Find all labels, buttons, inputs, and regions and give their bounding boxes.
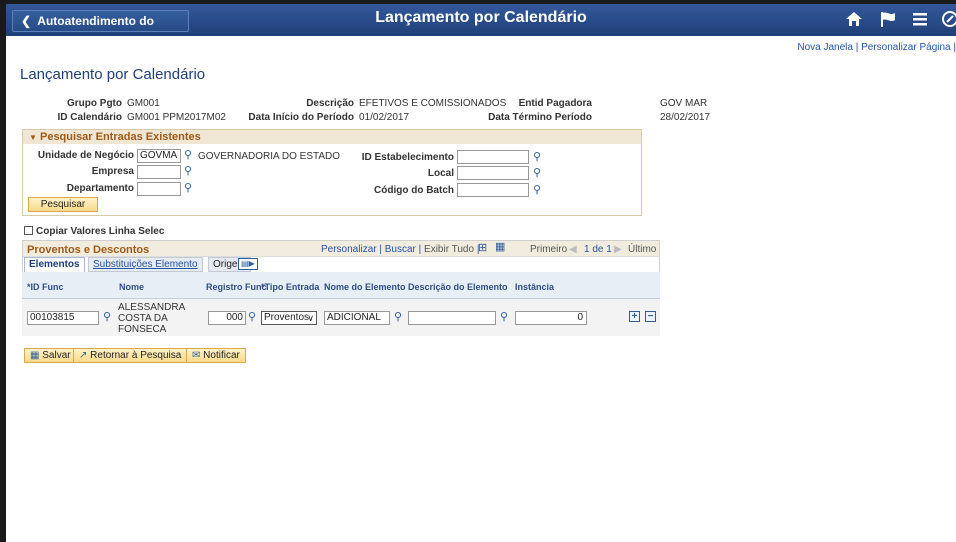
unidade-input[interactable]: GOVMA (137, 149, 181, 163)
termino-value: 28/02/2017 (660, 112, 711, 123)
download-grid-icon[interactable]: ▦ (495, 242, 506, 253)
page-links: Nova Janela | Personalizar Página | (797, 42, 956, 53)
registro-lookup-icon[interactable]: ⚲ (248, 312, 259, 323)
prev-arrow-icon[interactable]: ◀ (569, 244, 577, 255)
search-panel-header[interactable]: ▼ Pesquisar Entradas Existentes (23, 130, 641, 144)
descricao-lookup-icon[interactable]: ⚲ (500, 312, 511, 323)
estab-lookup-icon[interactable]: ⚲ (533, 152, 544, 163)
local-input[interactable] (457, 166, 529, 180)
save-button[interactable]: ▦ Salvar (24, 348, 77, 363)
notify-button[interactable]: ✉ Notificar (186, 348, 246, 363)
col-id-func[interactable]: *ID Func (27, 282, 64, 292)
instancia-input[interactable]: 0 (515, 311, 587, 325)
registro-input[interactable]: 000 (208, 311, 246, 325)
grid-toolbar: Personalizar | Buscar | Exibir Tudo | (321, 244, 480, 255)
top-navbar: ❮ Autoatendimento do Gerente Lançamento … (6, 4, 956, 48)
estab-input[interactable] (457, 150, 529, 164)
notify-label: Notificar (203, 350, 240, 361)
unidade-description: GOVERNADORIA DO ESTADO (198, 151, 341, 162)
col-registro[interactable]: Registro Func (206, 282, 267, 292)
copy-label: Copiar Valores Linha Selec (36, 226, 165, 237)
descricao-input[interactable] (408, 311, 496, 325)
col-descricao[interactable]: Descrição do Elemento (408, 282, 508, 292)
home-icon[interactable] (844, 10, 864, 30)
tipo-entrada-select[interactable]: Proventos ∨ (261, 311, 317, 325)
batch-label: Código do Batch (374, 185, 454, 196)
estab-label: ID Estabelecimento (361, 152, 454, 163)
local-lookup-icon[interactable]: ⚲ (533, 168, 544, 179)
inicio-label: Data Início do Período (248, 112, 354, 123)
menu-icon[interactable] (910, 10, 930, 30)
page-frame: ❮ Autoatendimento do Gerente Lançamento … (0, 0, 956, 542)
search-button[interactable]: Pesquisar (28, 197, 98, 212)
notify-icon: ✉ (192, 350, 201, 361)
col-nome-elemento[interactable]: Nome do Elemento (324, 282, 406, 292)
local-label: Local (427, 168, 454, 179)
departamento-label: Departamento (66, 183, 134, 194)
return-label: Retornar à Pesquisa (90, 350, 182, 361)
page-info: 1 de 1 (584, 244, 612, 255)
return-to-search-button[interactable]: ↗ Retornar à Pesquisa (73, 348, 188, 363)
show-all-columns-icon[interactable]: ▤▶ (238, 258, 258, 270)
copy-checkbox[interactable] (24, 226, 33, 235)
batch-input[interactable] (457, 183, 529, 197)
link-separator: | (855, 42, 859, 53)
descricao-label: Descrição (306, 98, 354, 109)
buscar-link[interactable]: Buscar (385, 244, 416, 255)
app-title: Lançamento por Calendário (375, 9, 587, 26)
batch-lookup-icon[interactable]: ⚲ (533, 185, 544, 196)
col-instancia[interactable]: Instância (515, 282, 554, 292)
nome-value: ALESSANDRA COSTA DA FONSECA (118, 302, 185, 335)
unidade-lookup-icon[interactable]: ⚲ (184, 150, 195, 161)
grid-title: Proventos e Descontos (27, 244, 150, 256)
add-row-icon[interactable]: + (629, 311, 640, 322)
entid-value: GOV MAR (660, 98, 708, 109)
empresa-label: Empresa (91, 166, 134, 177)
entid-label: Entid Pagadora (518, 98, 592, 109)
grupo-value: GM001 (127, 98, 160, 109)
unidade-label: Unidade de Negócio (37, 150, 134, 161)
navbar-icon[interactable] (940, 10, 956, 30)
primeiro-label[interactable]: Primeiro (530, 244, 567, 255)
id-func-lookup-icon[interactable]: ⚲ (103, 312, 114, 323)
grupo-label: Grupo Pgto (67, 98, 122, 109)
search-panel-title: Pesquisar Entradas Existentes (39, 131, 201, 143)
ultimo-label[interactable]: Último (628, 244, 656, 255)
col-tipo-entrada[interactable]: *Tipo Entrada (261, 282, 319, 292)
col-nome[interactable]: Nome (119, 282, 144, 292)
departamento-input[interactable] (137, 182, 181, 196)
idcal-value: GM001 PPM2017M02 (127, 112, 226, 123)
inicio-value: 01/02/2017 (359, 112, 410, 123)
exibir-tudo-link[interactable]: Exibir Tudo (424, 244, 474, 255)
flag-icon[interactable] (878, 10, 898, 30)
nome-line: FONSECA (118, 324, 167, 335)
idcal-label: ID Calendário (57, 112, 122, 123)
tab-elementos[interactable]: Elementos (24, 257, 85, 272)
delete-row-icon[interactable]: − (645, 311, 656, 322)
new-window-link[interactable]: Nova Janela (797, 42, 853, 53)
personalizar-link[interactable]: Personalizar (321, 244, 377, 255)
save-icon: ▦ (30, 350, 40, 361)
nome-elemento-input[interactable]: ADICIONAL (324, 311, 390, 325)
id-func-input[interactable]: 00103815 (27, 311, 99, 325)
return-icon: ↗ (79, 350, 88, 361)
nome-line: COSTA DA (118, 313, 168, 324)
chevron-down-icon: ∨ (307, 313, 314, 323)
nome-elemento-lookup-icon[interactable]: ⚲ (394, 312, 405, 323)
tipo-entrada-value: Proventos (264, 312, 310, 323)
tab-substituicoes[interactable]: Substituições Elemento (88, 257, 203, 272)
next-arrow-icon[interactable]: ▶ (614, 244, 622, 255)
save-label: Salvar (42, 350, 71, 361)
page-title: Lançamento por Calendário (20, 66, 206, 83)
termino-label: Data Término Período (488, 112, 592, 123)
descricao-value: EFETIVOS E COMISSIONADOS (359, 98, 507, 109)
personalize-page-link[interactable]: Personalizar Página (861, 42, 951, 53)
empresa-input[interactable] (137, 165, 181, 179)
collapse-arrow-icon[interactable]: ▼ (29, 133, 37, 142)
empresa-lookup-icon[interactable]: ⚲ (184, 166, 195, 177)
departamento-lookup-icon[interactable]: ⚲ (184, 183, 195, 194)
zoom-grid-icon[interactable]: ⊞ (478, 243, 489, 254)
nome-line: ALESSANDRA (118, 302, 186, 313)
